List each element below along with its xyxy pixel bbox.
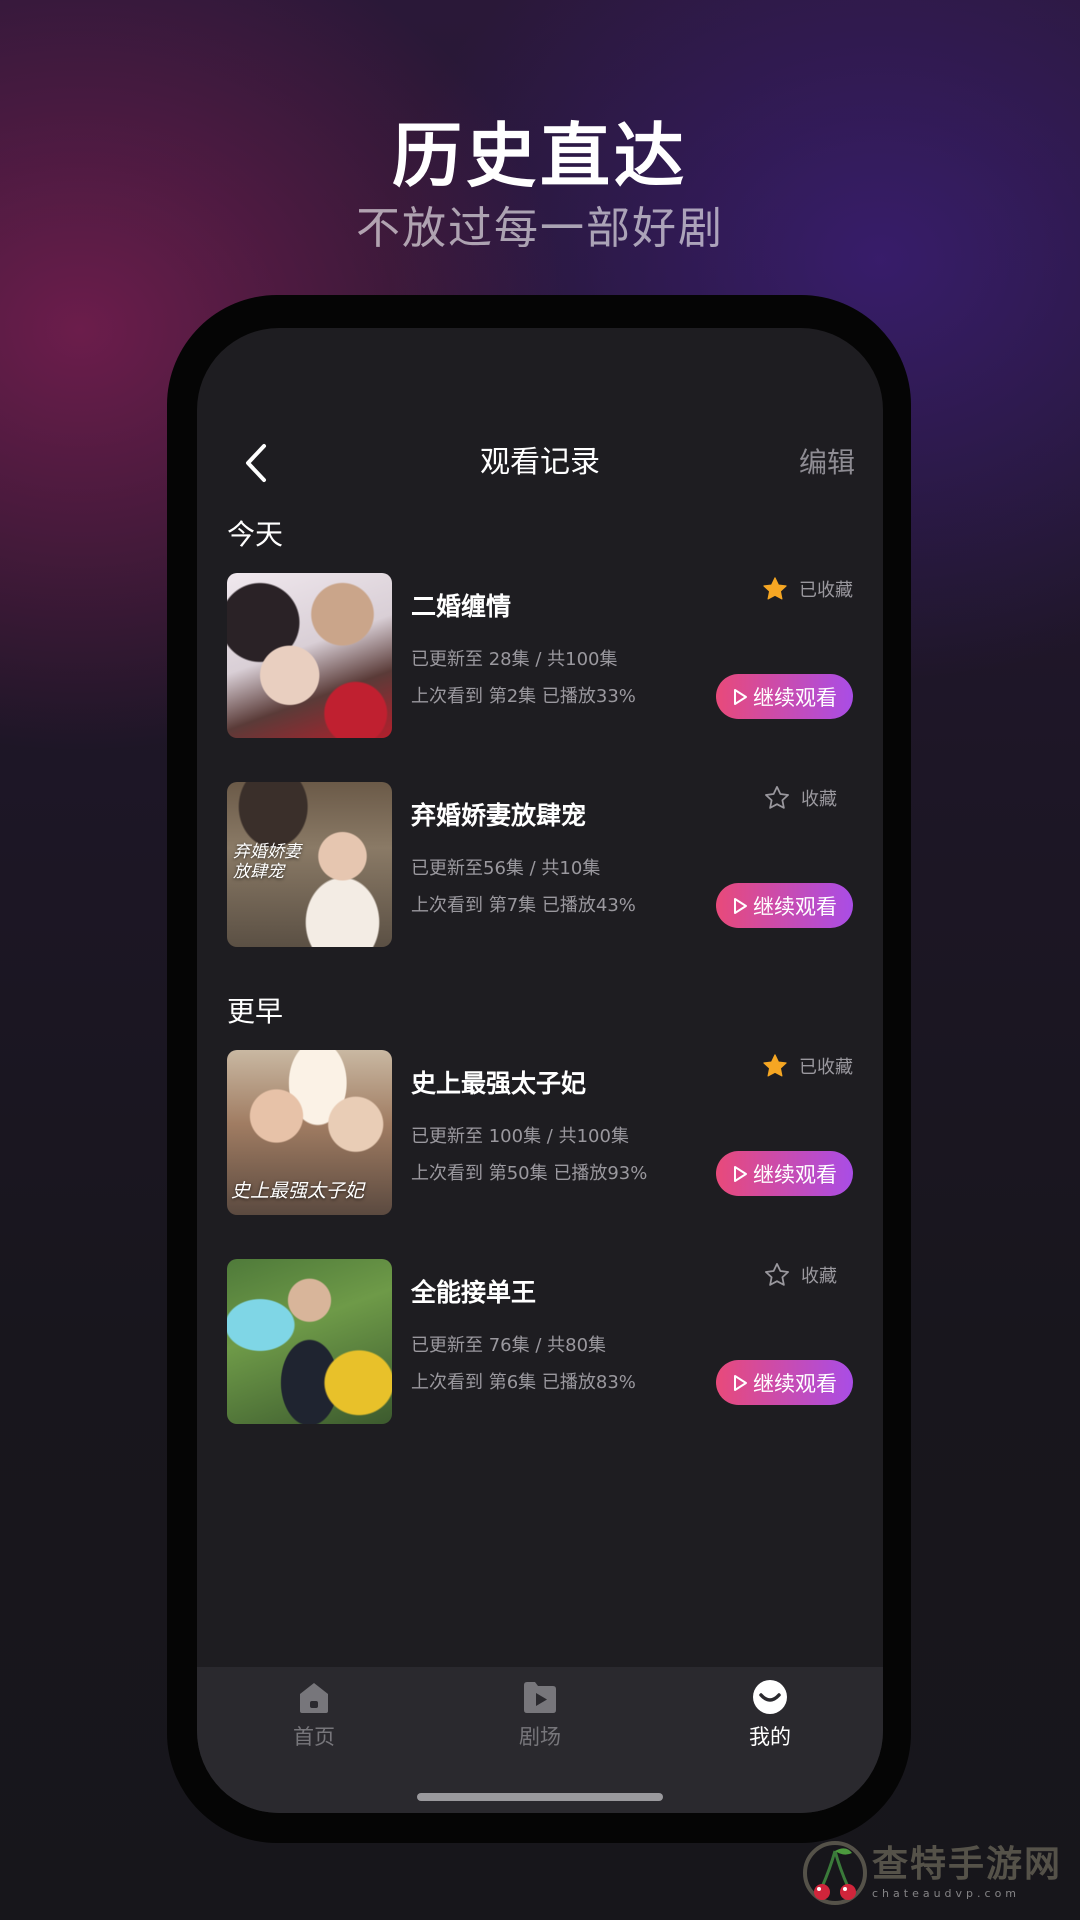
watch-progress: 上次看到 第2集 已播放33% xyxy=(411,686,636,707)
tab-bar: 首页 剧场 我的 xyxy=(197,1667,883,1813)
star-outline-icon xyxy=(765,786,789,809)
home-indicator[interactable] xyxy=(417,1793,663,1801)
update-status: 已更新至 100集 / 共100集 xyxy=(411,1126,629,1147)
update-status: 已更新至56集 / 共10集 xyxy=(411,858,601,879)
poster-image[interactable] xyxy=(227,573,392,738)
drama-title[interactable]: 弃婚娇妻放肆宠 xyxy=(411,796,586,832)
poster-image[interactable]: 弃婚娇妻放肆宠 xyxy=(227,782,392,947)
history-item[interactable]: 全能接单王 已更新至 76集 / 共80集 上次看到 第6集 已播放83% 收藏… xyxy=(227,1259,853,1424)
favorite-label: 收藏 xyxy=(801,1266,837,1287)
continue-watching-button[interactable]: 继续观看 xyxy=(716,883,853,928)
poster-image[interactable] xyxy=(227,1259,392,1424)
poster-caption: 弃婚娇妻放肆宠 xyxy=(233,842,301,882)
continue-watching-label: 继续观看 xyxy=(753,894,837,919)
phone-frame: 观看记录 编辑 今天 二婚缠情 已更新至 28集 / 共100集 上次看到 第2… xyxy=(167,295,911,1843)
drama-title[interactable]: 史上最强太子妃 xyxy=(411,1064,586,1100)
smile-icon xyxy=(753,1680,787,1714)
watch-progress: 上次看到 第50集 已播放93% xyxy=(411,1163,648,1184)
favorite-toggle[interactable]: 收藏 xyxy=(763,1261,837,1289)
tab-label: 我的 xyxy=(749,1725,791,1749)
home-icon xyxy=(300,1683,328,1713)
favorite-label: 已收藏 xyxy=(799,580,853,601)
tab-mine[interactable]: 我的 xyxy=(710,1677,830,1751)
play-outline-icon xyxy=(734,688,747,705)
watch-progress: 上次看到 第6集 已播放83% xyxy=(411,1372,636,1393)
play-outline-icon xyxy=(734,897,747,914)
star-outline-icon xyxy=(765,1263,789,1286)
history-item[interactable]: 二婚缠情 已更新至 28集 / 共100集 上次看到 第2集 已播放33% 已收… xyxy=(227,573,853,738)
continue-watching-label: 继续观看 xyxy=(753,685,837,710)
tab-home[interactable]: 首页 xyxy=(254,1677,374,1751)
history-item[interactable]: 弃婚娇妻放肆宠 弃婚娇妻放肆宠 已更新至56集 / 共10集 上次看到 第7集 … xyxy=(227,782,853,947)
watermark-url: chateaudvp.com xyxy=(872,1887,1021,1900)
section-title-earlier: 更早 xyxy=(227,995,284,1028)
tab-theater[interactable]: 剧场 xyxy=(480,1677,600,1751)
favorite-toggle[interactable]: 已收藏 xyxy=(761,575,853,603)
poster-image[interactable]: 史上最强太子妃 xyxy=(227,1050,392,1215)
continue-watching-label: 继续观看 xyxy=(753,1371,837,1396)
phone-screen: 观看记录 编辑 今天 二婚缠情 已更新至 28集 / 共100集 上次看到 第2… xyxy=(197,328,883,1813)
poster-caption: 史上最强太子妃 xyxy=(231,1180,365,1202)
star-filled-icon xyxy=(763,577,787,600)
play-outline-icon xyxy=(734,1374,747,1391)
cherry-logo-icon xyxy=(803,1841,867,1905)
star-filled-icon xyxy=(763,1054,787,1077)
tab-label: 剧场 xyxy=(519,1725,561,1749)
watermark: 查特手游网 chateaudvp.com xyxy=(800,1835,1070,1915)
favorite-toggle[interactable]: 已收藏 xyxy=(761,1052,853,1080)
page-title: 观看记录 xyxy=(480,445,600,480)
favorite-label: 收藏 xyxy=(801,789,837,810)
favorite-label: 已收藏 xyxy=(799,1057,853,1078)
play-folder-icon xyxy=(524,1682,556,1713)
favorite-toggle[interactable]: 收藏 xyxy=(763,784,837,812)
continue-watching-button[interactable]: 继续观看 xyxy=(716,1360,853,1405)
drama-title[interactable]: 全能接单王 xyxy=(411,1273,536,1309)
update-status: 已更新至 28集 / 共100集 xyxy=(411,649,618,670)
promo-subline: 不放过每一部好剧 xyxy=(356,203,724,254)
edit-button[interactable]: 编辑 xyxy=(799,428,855,498)
drama-title[interactable]: 二婚缠情 xyxy=(411,587,511,623)
watermark-title: 查特手游网 xyxy=(872,1843,1063,1885)
update-status: 已更新至 76集 / 共80集 xyxy=(411,1335,607,1356)
continue-watching-button[interactable]: 继续观看 xyxy=(716,1151,853,1196)
continue-watching-button[interactable]: 继续观看 xyxy=(716,674,853,719)
section-title-today: 今天 xyxy=(227,518,284,551)
continue-watching-label: 继续观看 xyxy=(753,1162,837,1187)
tab-label: 首页 xyxy=(293,1725,335,1749)
promo-headline: 历史直达 xyxy=(392,115,688,197)
watch-progress: 上次看到 第7集 已播放43% xyxy=(411,895,636,916)
history-item[interactable]: 史上最强太子妃 史上最强太子妃 已更新至 100集 / 共100集 上次看到 第… xyxy=(227,1050,853,1215)
play-outline-icon xyxy=(734,1165,747,1182)
